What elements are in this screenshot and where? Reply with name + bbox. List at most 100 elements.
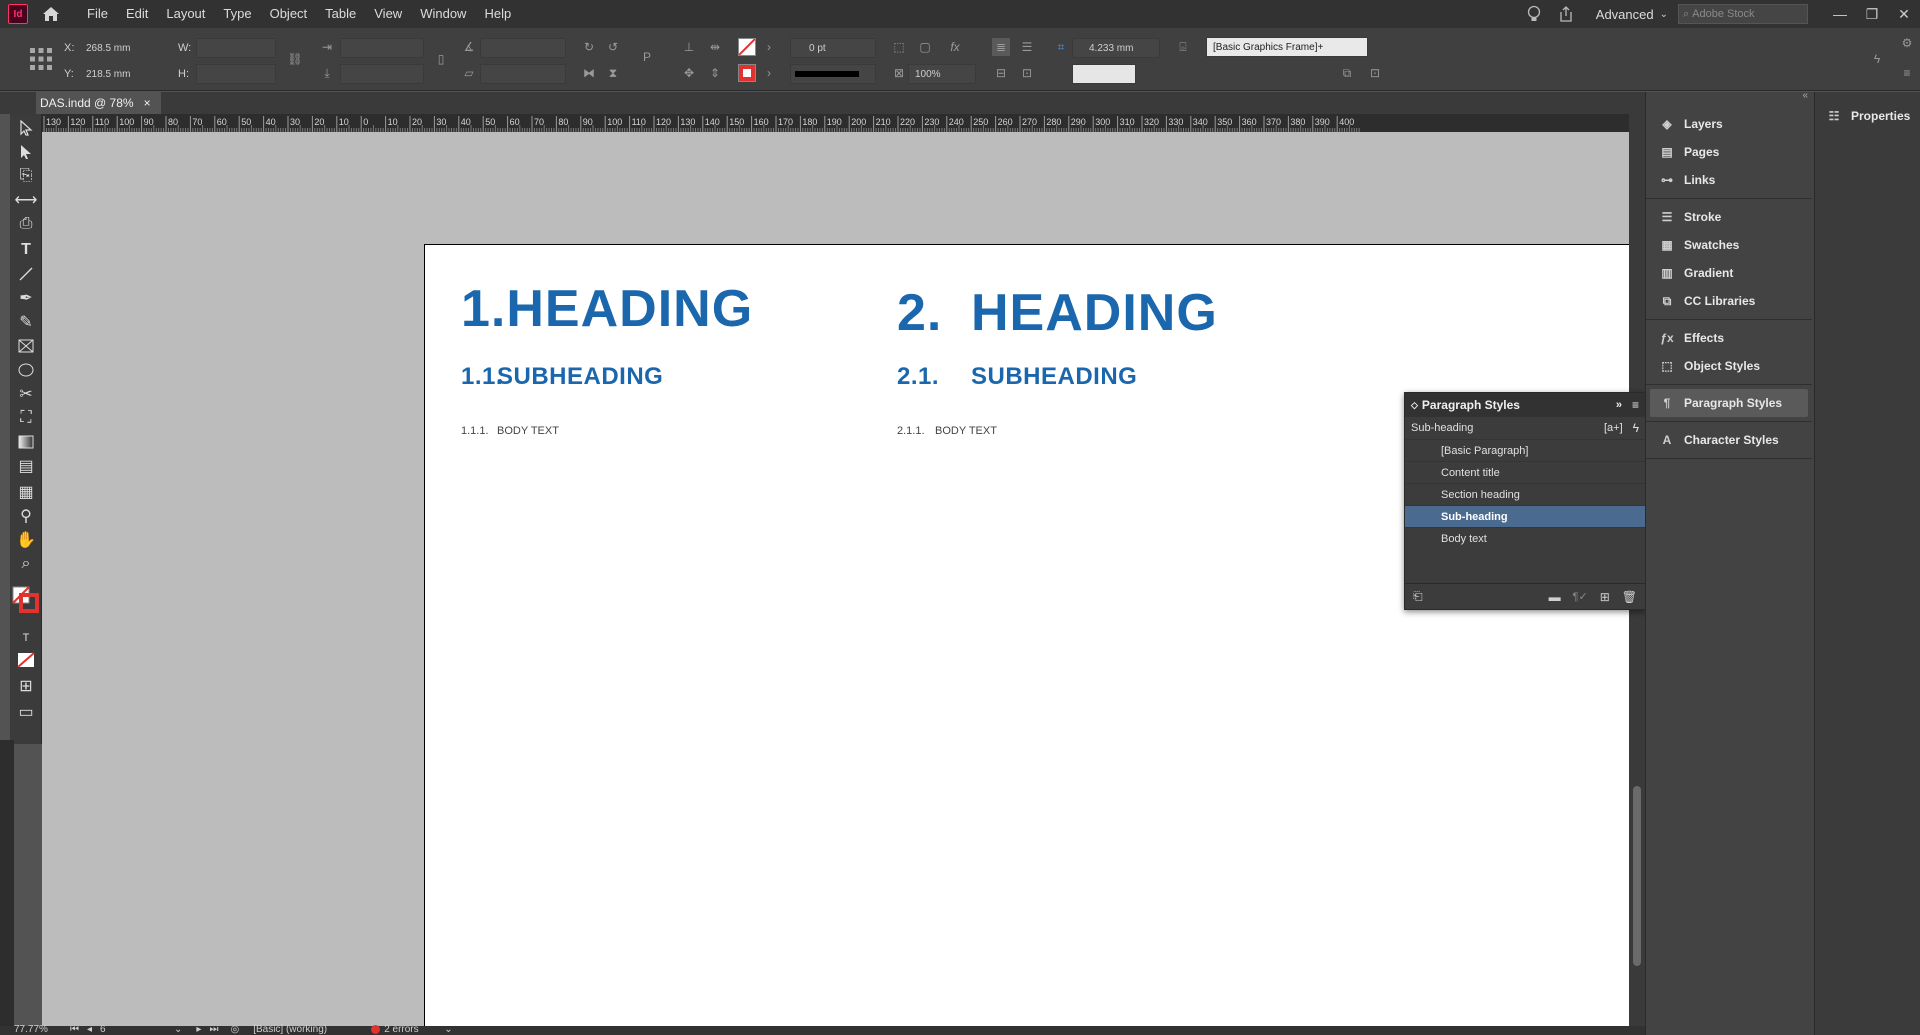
distribute-icon[interactable]: ⇹ — [706, 38, 724, 56]
dock-item-cc-libraries[interactable]: ⧉ CC Libraries — [1646, 287, 1812, 315]
scissors-tool-icon[interactable]: ✂ — [16, 384, 36, 404]
heading-2-number[interactable]: 2. — [897, 283, 942, 343]
errors-chevron-icon[interactable]: ⌄ — [444, 1024, 452, 1035]
hand-tool-icon[interactable]: ✋ — [16, 530, 36, 550]
last-page-icon[interactable]: ⏭ — [209, 1024, 218, 1035]
fitting-icon[interactable]: ⬚ — [890, 38, 908, 56]
menu-view[interactable]: View — [365, 0, 411, 28]
jump-object-icon[interactable]: ⊟ — [992, 64, 1010, 82]
wrap-around-bounding-icon[interactable]: ≣ — [992, 38, 1010, 56]
pen-tool-icon[interactable]: ✒ — [16, 288, 36, 308]
screen-mode-icon[interactable]: ⊞ — [16, 676, 36, 696]
paragraph-styles-header[interactable]: ◇ Paragraph Styles » ≡ — [1405, 393, 1645, 417]
object-style-options-icon[interactable]: ⊡ — [1366, 64, 1384, 82]
dock-item-paragraph-styles[interactable]: ¶ Paragraph Styles — [1650, 389, 1808, 417]
new-group-folder-icon[interactable]: ▬ — [1549, 590, 1561, 604]
preview-swatch[interactable] — [1072, 64, 1136, 84]
free-transform-tool-icon[interactable]: ⛶ — [16, 408, 36, 428]
paragraph-style-item[interactable]: [Basic Paragraph] — [1405, 439, 1645, 461]
preflight-icon[interactable]: ◎ — [230, 1024, 239, 1035]
settings-gear-icon[interactable]: ⚙ — [1898, 34, 1916, 52]
expand-panel-icon[interactable]: » — [1616, 399, 1622, 411]
dock-item-character-styles[interactable]: A Character Styles — [1646, 426, 1812, 454]
zoom-level[interactable]: 77.77% — [14, 1024, 70, 1035]
note-tool-icon[interactable]: ▦ — [16, 482, 36, 502]
selection-tool-icon[interactable] — [16, 118, 36, 138]
constrain-scale-icon[interactable]: ▯ — [432, 50, 450, 68]
rotation-field[interactable] — [480, 38, 566, 58]
menu-table[interactable]: Table — [316, 0, 365, 28]
close-tab-icon[interactable]: × — [144, 96, 151, 110]
body-text-1[interactable]: BODY TEXT — [497, 425, 559, 437]
paragraph-style-item[interactable]: Body text — [1405, 527, 1645, 549]
dock-collapse-icon[interactable]: « — [1802, 90, 1808, 101]
direct-selection-tool-icon[interactable] — [16, 142, 36, 162]
stroke-type-select[interactable] — [790, 64, 876, 84]
scale-x-field[interactable] — [340, 38, 424, 58]
subheading-2[interactable]: SUBHEADING — [971, 363, 1137, 391]
y-field[interactable]: 218.5 mm — [80, 64, 160, 84]
document-tab[interactable]: DAS.indd @ 78% × — [36, 92, 161, 114]
select-container-icon[interactable]: ✥ — [680, 64, 698, 82]
lightbulb-icon[interactable] — [1518, 0, 1550, 28]
minimize-button[interactable]: — — [1824, 0, 1856, 28]
view-mode-icon[interactable]: ▭ — [16, 702, 36, 722]
eyedropper-tool-icon[interactable]: ⚲ — [16, 506, 36, 526]
rotate-ccw-icon[interactable]: ↺ — [604, 38, 622, 56]
reference-point-icon[interactable] — [28, 46, 54, 72]
body-text-2[interactable]: BODY TEXT — [935, 425, 997, 437]
home-icon[interactable] — [40, 3, 62, 25]
menu-edit[interactable]: Edit — [117, 0, 157, 28]
gap-field[interactable]: 4.233 mm — [1072, 38, 1160, 58]
effects-fx-icon[interactable]: fx — [946, 38, 964, 56]
jump-column-icon[interactable]: ⊡ — [1018, 64, 1036, 82]
body-1-number[interactable]: 1.1.1. — [461, 425, 489, 437]
stroke-menu-chevron-icon[interactable]: › — [760, 64, 778, 82]
paragraph-style-item[interactable]: Sub-heading — [1405, 505, 1645, 527]
gap-tool-icon[interactable]: ⟷ — [15, 190, 38, 210]
formatting-affects-text-icon[interactable]: T — [16, 628, 36, 648]
body-2-number[interactable]: 2.1.1. — [897, 425, 925, 437]
quick-apply-icon[interactable]: ϟ — [1633, 421, 1639, 435]
rectangle-frame-tool-icon[interactable] — [16, 336, 36, 356]
share-icon[interactable] — [1550, 0, 1582, 28]
menu-window[interactable]: Window — [411, 0, 475, 28]
select-content-icon[interactable]: ⇕ — [706, 64, 724, 82]
menu-help[interactable]: Help — [475, 0, 520, 28]
page-chevron-icon[interactable]: ⌄ — [174, 1024, 182, 1035]
constrain-proportions-icon[interactable]: ⛓ — [286, 50, 304, 68]
scrollbar-thumb[interactable] — [1633, 786, 1641, 966]
panel-menu-icon[interactable]: ≡ — [1632, 398, 1639, 412]
load-styles-icon[interactable]: ⎗ — [1413, 589, 1423, 604]
gradient-feather-tool-icon[interactable]: ▤ — [16, 456, 36, 476]
delete-style-icon[interactable]: 🗑 — [1622, 590, 1637, 604]
object-style-select[interactable]: [Basic Graphics Frame]+ — [1206, 37, 1368, 57]
line-tool-icon[interactable] — [16, 264, 36, 284]
flip-vertical-icon[interactable]: ⧗ — [604, 64, 622, 82]
clear-overrides-icon[interactable]: ¶✓ — [1573, 590, 1588, 603]
flip-horizontal-icon[interactable]: ⧓ — [580, 64, 598, 82]
collapse-icon[interactable]: ◇ — [1411, 400, 1418, 411]
rotate-cw-icon[interactable]: ↻ — [580, 38, 598, 56]
first-page-icon[interactable]: ⏮ — [70, 1024, 79, 1035]
gradient-tool-icon[interactable] — [16, 432, 36, 452]
wrap-shape-icon[interactable]: ☰ — [1018, 38, 1036, 56]
dock-item-stroke[interactable]: ☰ Stroke — [1646, 203, 1812, 231]
control-menu-icon[interactable]: ≡ — [1898, 64, 1916, 82]
close-window-button[interactable]: ✕ — [1888, 0, 1920, 28]
dock-item-object-styles[interactable]: ⬚ Object Styles — [1646, 352, 1812, 380]
page-tool-icon[interactable]: ⎘ — [16, 166, 36, 186]
align-icon[interactable]: ⊥ — [680, 38, 698, 56]
next-page-icon[interactable]: ▸ — [196, 1024, 201, 1035]
auto-fit-icon[interactable]: ⌗ — [1052, 38, 1070, 56]
dock-item-layers[interactable]: ◈ Layers — [1646, 110, 1812, 138]
apply-none-icon[interactable] — [16, 650, 36, 670]
fill-menu-chevron-icon[interactable]: › — [760, 38, 778, 56]
lightning-icon[interactable]: ϟ — [1868, 50, 1886, 68]
workspace-switcher[interactable]: Advanced — [1596, 7, 1654, 22]
page-number[interactable]: 6 — [100, 1024, 174, 1035]
prev-page-icon[interactable]: ◂ — [87, 1024, 92, 1035]
create-style-icon[interactable]: [a+] — [1604, 422, 1623, 434]
zoom-tool-icon[interactable]: ⌕ — [16, 554, 36, 574]
new-style-icon[interactable]: ⊞ — [1600, 590, 1610, 604]
